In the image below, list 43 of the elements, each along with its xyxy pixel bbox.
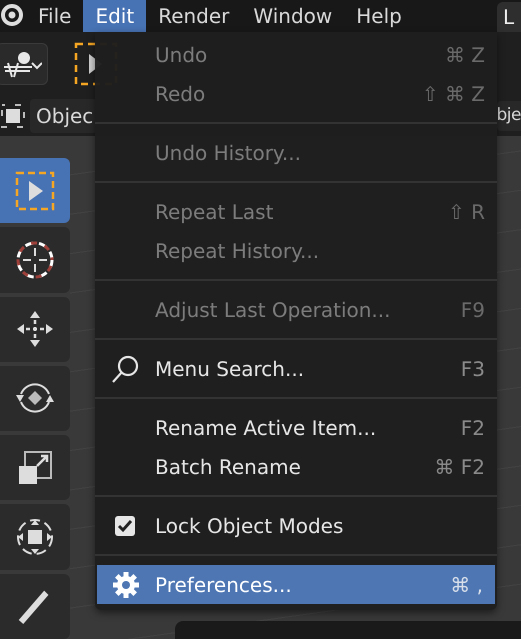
shortcut-label: F9: [460, 296, 485, 324]
menu-item-label: Rename Active Item...: [155, 414, 376, 442]
editor-type-icon: [2, 49, 42, 79]
shortcut-label: ⇧ R: [448, 198, 485, 226]
menu-item[interactable]: Help: [344, 0, 414, 32]
menu-item-label: Undo: [155, 42, 208, 68]
checkbox[interactable]: [115, 516, 135, 536]
menu-item[interactable]: Lock Object Modes: [95, 506, 497, 545]
menu-item[interactable]: Preferences... ⌘ ,: [97, 565, 495, 604]
header-menu[interactable]: bje: [496, 101, 521, 131]
menu-item-label: Batch Rename: [155, 454, 301, 480]
object-mode-icon: [0, 103, 26, 129]
menu-item-label: Repeat History...: [155, 238, 320, 264]
shortcut-label: F2: [460, 414, 485, 442]
shortcut-label: ⇧ ⌘ Z: [422, 80, 485, 108]
menu-item[interactable]: Rename Active Item... F2: [95, 408, 497, 447]
tool-button[interactable]: [0, 296, 70, 362]
menu-item-label: Redo: [155, 80, 206, 108]
tool-button[interactable]: [0, 504, 70, 570]
menu-item[interactable]: Batch Rename ⌘ F2: [95, 447, 497, 486]
tool-button[interactable]: [0, 366, 70, 432]
menu-item-label: Lock Object Modes: [155, 512, 344, 540]
shortcut-label: F3: [460, 356, 485, 382]
menu-item[interactable]: File: [26, 0, 84, 32]
tool-button[interactable]: [0, 574, 70, 639]
tool-button[interactable]: [0, 227, 70, 293]
menu-item-label: Menu Search...: [155, 356, 304, 382]
search-icon: [110, 354, 140, 384]
workspace-tab[interactable]: L: [497, 2, 521, 32]
tool-button[interactable]: [0, 435, 70, 500]
menu-item-label: Preferences...: [155, 572, 292, 598]
menu-item[interactable]: Edit: [83, 0, 146, 32]
menu-item-label: Repeat Last: [155, 198, 274, 226]
shortcut-label: ⌘ Z: [444, 42, 485, 68]
menu-item[interactable]: Window: [241, 0, 344, 32]
menu-item[interactable]: Menu Search... F3: [95, 349, 497, 388]
gear-icon: [112, 570, 140, 598]
shortcut-label: ⌘ ,: [450, 572, 483, 598]
menu-item-label: Adjust Last Operation...: [155, 296, 390, 324]
shortcut-label: ⌘ F2: [434, 454, 485, 480]
menu-item[interactable]: Render: [146, 0, 242, 32]
menu-item-label: Undo History...: [155, 140, 301, 166]
editor-type-dropdown[interactable]: [0, 43, 48, 85]
